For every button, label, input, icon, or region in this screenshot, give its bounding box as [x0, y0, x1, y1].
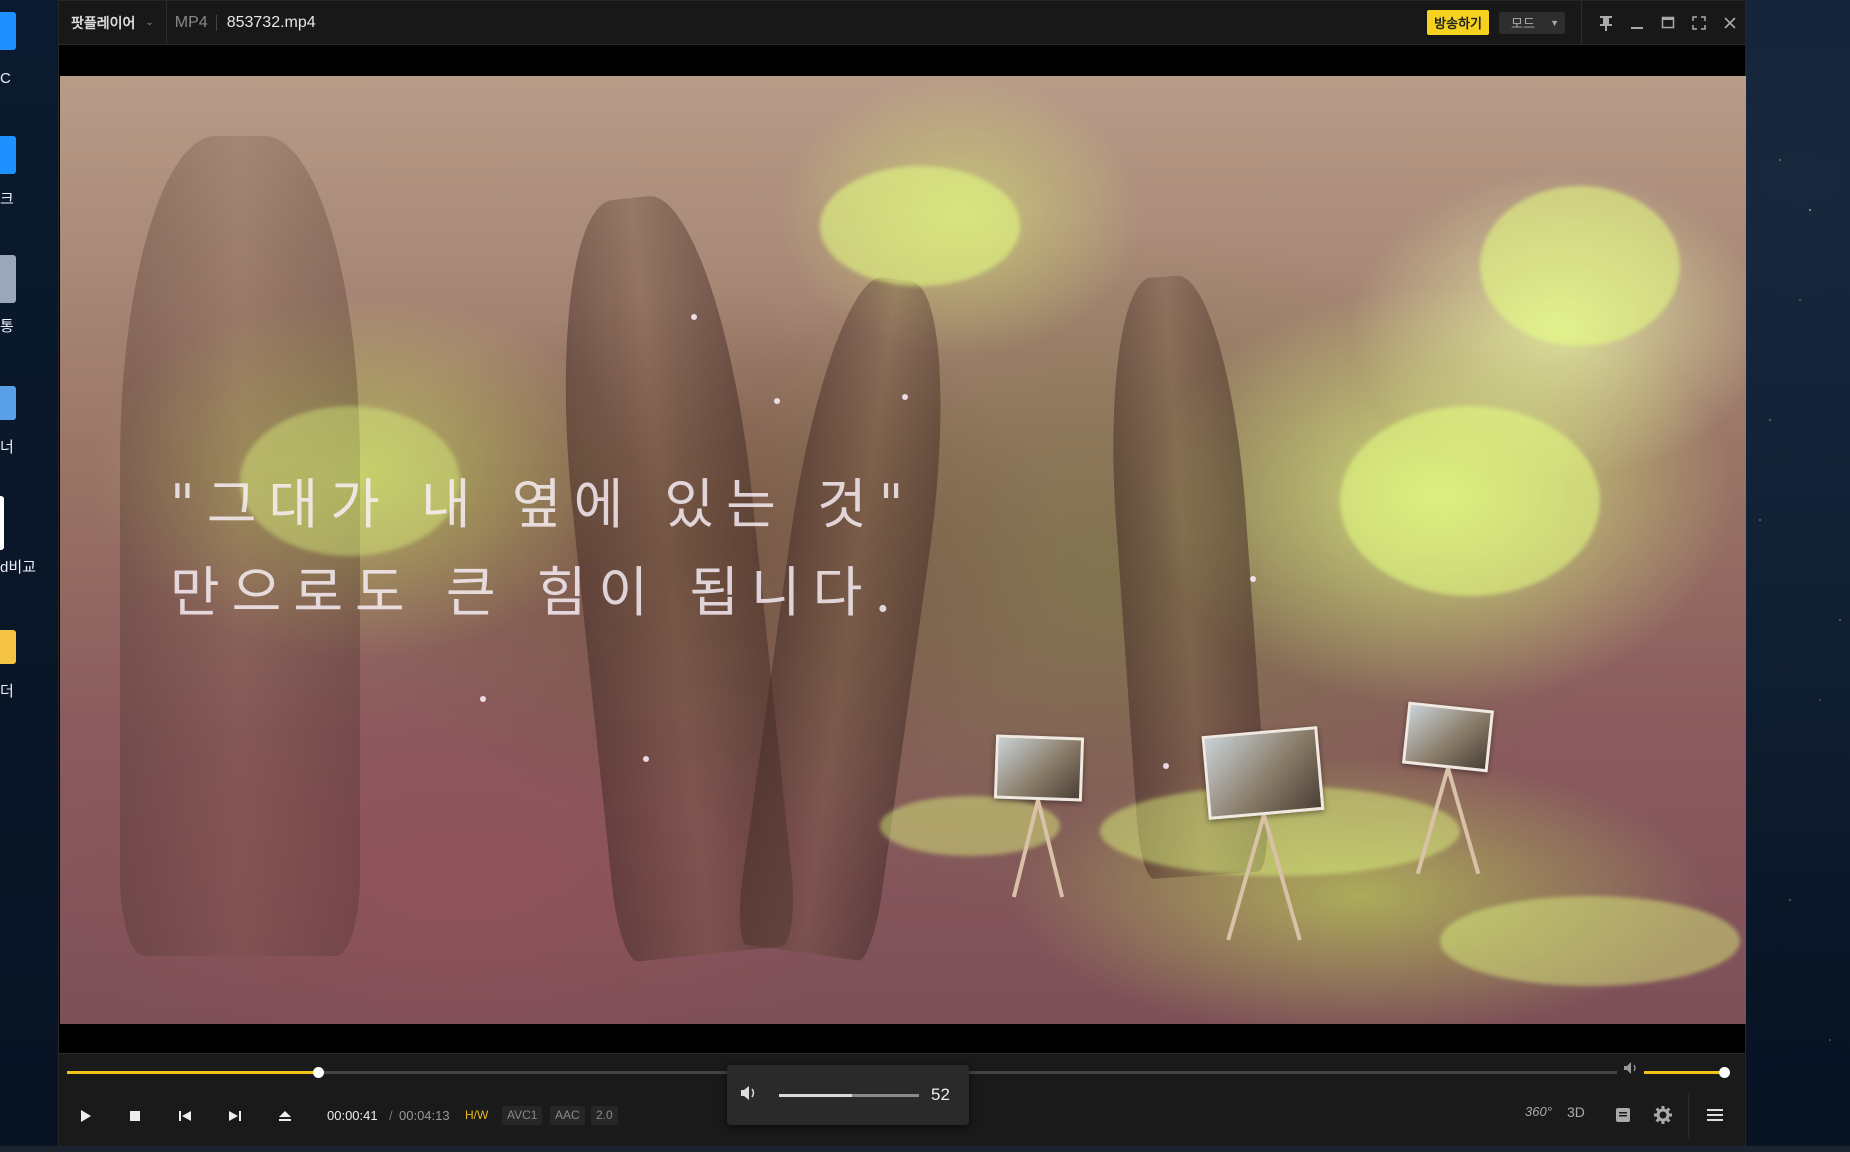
title-divider [1581, 0, 1582, 45]
maximize-icon[interactable] [1652, 1, 1683, 45]
photo-easel [1200, 721, 1330, 951]
play-button[interactable] [63, 1094, 107, 1138]
photo-easel [990, 734, 1090, 898]
time-separator: / [389, 1108, 393, 1123]
volume-slider[interactable] [1644, 1067, 1731, 1078]
mode-dropdown[interactable]: 모드 ▼ [1499, 11, 1565, 34]
couple-photo [1401, 701, 1495, 773]
document-icon [0, 496, 4, 550]
desktop-icon-label: d비교 [0, 559, 36, 576]
easel-leg [1011, 799, 1040, 898]
couple-photo [1201, 726, 1325, 820]
app-icon [0, 136, 16, 174]
current-time: 00:00:41 [327, 1108, 378, 1123]
desktop-icon-label: 크 [0, 191, 14, 208]
caption-line-1: "그대가 내 옆에 있는 것" [170, 473, 916, 536]
title-bar-actions: 방송하기 모드 ▼ [1427, 0, 1745, 45]
volume-value: 52 [931, 1085, 950, 1104]
sunlight-patch [1440, 896, 1740, 986]
light-particle [1163, 763, 1169, 769]
potplayer-window: 팟플레이어 ⌄ MP4 853732.mp4 방송하기 모드 ▼ "그대가 내 … [58, 0, 1746, 1147]
title-bar: 팟플레이어 ⌄ MP4 853732.mp4 방송하기 모드 ▼ [59, 0, 1745, 45]
easel-leg [1226, 814, 1266, 941]
easel-leg [1036, 799, 1065, 898]
volume-slider-fill [1644, 1071, 1725, 1074]
sunlight-patch [820, 166, 1020, 286]
recycle-bin-icon [0, 255, 16, 303]
desktop-icon-5[interactable]: d비교 [0, 496, 56, 596]
light-particle [691, 314, 697, 320]
desktop-icon-4[interactable]: 너 [0, 386, 56, 486]
couple-photo [993, 734, 1085, 802]
light-particle [1250, 576, 1256, 582]
easel-leg [1415, 767, 1450, 875]
audio-channels-badge[interactable]: 2.0 [591, 1106, 618, 1125]
fullscreen-icon[interactable] [1683, 1, 1714, 45]
seek-bar-progress [67, 1071, 319, 1074]
stop-button[interactable] [113, 1094, 157, 1138]
light-particle [480, 696, 486, 702]
vr-360-button[interactable]: 360° [1525, 1104, 1552, 1119]
file-format: MP4 [174, 13, 208, 31]
minimize-icon[interactable] [1621, 1, 1652, 45]
sunlight-patch [1340, 406, 1600, 596]
volume-slider-handle[interactable] [1719, 1067, 1731, 1078]
app-icon [0, 386, 16, 420]
caption-line-2: 만으로도 큰 힘이 됩니다. [170, 561, 904, 624]
desktop-icon-2[interactable]: 크 [0, 136, 56, 236]
dropdown-arrow-icon: ▼ [1550, 17, 1559, 28]
playlist-icon[interactable] [1615, 1107, 1631, 1126]
audio-codec-badge[interactable]: AAC [550, 1106, 585, 1125]
desktop-icons: C 크 통 너 d비교 더 [0, 0, 56, 1152]
app-icon [0, 12, 16, 50]
speaker-icon[interactable] [1623, 1061, 1639, 1078]
easel-leg [1446, 767, 1481, 875]
settings-gear-icon[interactable] [1654, 1106, 1672, 1127]
volume-popup-slider-fill [779, 1094, 852, 1097]
app-name: 팟플레이어 [71, 14, 136, 31]
taskbar [0, 1146, 1850, 1152]
controls-divider [1688, 1094, 1689, 1138]
desktop-icon-1[interactable]: C [0, 12, 56, 112]
sunlight-patch [1480, 186, 1680, 346]
eject-button[interactable] [263, 1094, 307, 1138]
desktop-icon-label: C [0, 70, 11, 87]
chevron-down-icon: ⌄ [145, 17, 154, 28]
easel-leg [1262, 814, 1302, 941]
hw-decoding-badge[interactable]: H/W [460, 1106, 493, 1125]
total-time: 00:04:13 [399, 1108, 450, 1123]
pin-icon[interactable] [1590, 1, 1621, 45]
light-particle [774, 398, 780, 404]
menu-icon[interactable] [1707, 1108, 1723, 1125]
light-particle [643, 756, 649, 762]
speaker-icon[interactable] [740, 1085, 758, 1106]
desktop-icon-3[interactable]: 통 [0, 255, 56, 355]
photo-easel [1400, 696, 1500, 876]
previous-button[interactable] [163, 1094, 207, 1138]
seek-bar-handle[interactable] [313, 1067, 325, 1078]
desktop-icon-label: 통 [0, 318, 14, 335]
folder-icon [0, 630, 16, 664]
app-menu-button[interactable]: 팟플레이어 ⌄ [59, 0, 167, 45]
desktop-icon-label: 더 [0, 683, 14, 700]
volume-popup: 52 [727, 1065, 969, 1125]
light-particle [902, 394, 908, 400]
3d-button[interactable]: 3D [1567, 1104, 1585, 1120]
file-name: 853732.mp4 [226, 13, 316, 31]
mode-label: 모드 [1511, 16, 1535, 31]
close-icon[interactable] [1714, 1, 1745, 45]
desktop-icon-6[interactable]: 더 [0, 630, 56, 730]
video-codec-badge[interactable]: AVC1 [502, 1106, 543, 1125]
video-caption: "그대가 내 옆에 있는 것" 만으로도 큰 힘이 됩니다. [170, 461, 915, 637]
desktop-icon-label: 너 [0, 439, 14, 456]
video-frame[interactable]: "그대가 내 옆에 있는 것" 만으로도 큰 힘이 됩니다. [60, 76, 1746, 1024]
broadcast-button[interactable]: 방송하기 [1427, 10, 1489, 35]
volume-popup-slider[interactable] [779, 1094, 919, 1097]
next-button[interactable] [213, 1094, 257, 1138]
